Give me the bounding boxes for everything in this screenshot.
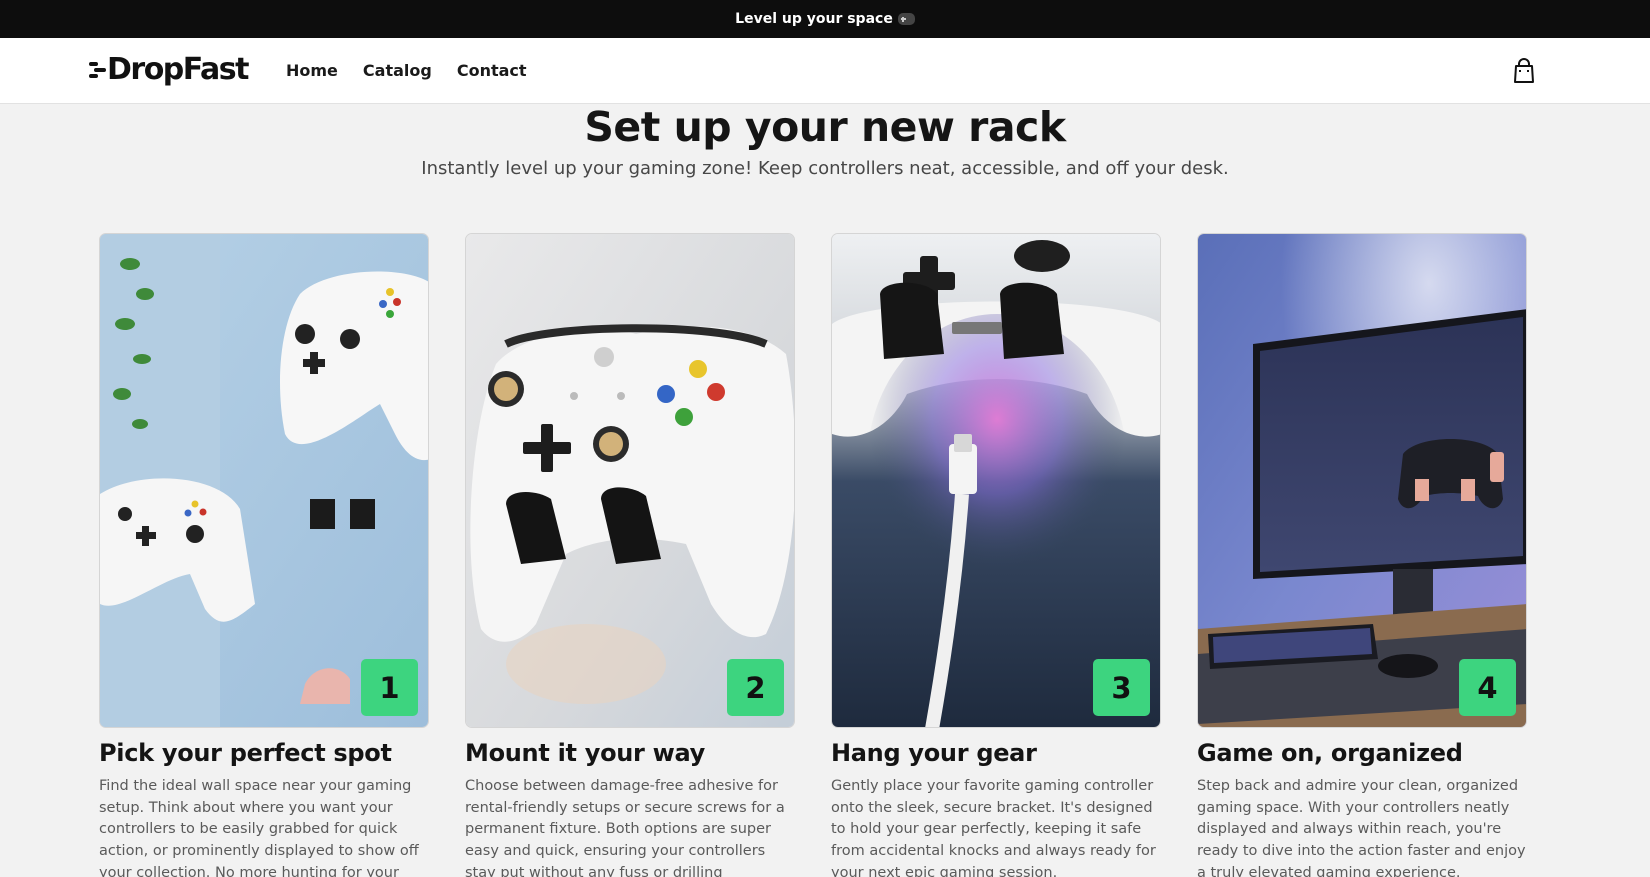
announcement-text: Level up your space [735, 11, 893, 27]
logo-mark-icon [89, 59, 106, 81]
announcement-bar: Level up your space [0, 0, 1650, 38]
step-badge-1: 1 [361, 659, 418, 716]
nav-contact-link[interactable]: Contact [457, 61, 527, 80]
step-text-4: Step back and admire your clean, organiz… [1197, 778, 1526, 877]
cart-button[interactable] [1512, 58, 1536, 84]
logo[interactable]: DropFast [89, 52, 249, 87]
step-text-3: Gently place your favorite gaming contro… [831, 778, 1156, 877]
shopping-bag-icon [1514, 58, 1534, 83]
step-title-3: Hang your gear [831, 739, 1037, 767]
step-text-2: Choose between damage-free adhesive for … [465, 778, 785, 877]
step-card-2: 2 Mount it your way Choose between damag… [465, 233, 795, 877]
nav-home-link[interactable]: Home [286, 61, 338, 80]
nav-catalog-link[interactable]: Catalog [363, 61, 432, 80]
step-badge-2: 2 [727, 659, 784, 716]
site-header: DropFast Home Catalog Contact [0, 38, 1650, 104]
step-card-3: 3 Hang your gear Gently place your favor… [831, 233, 1161, 877]
page-title: Set up your new rack [584, 103, 1066, 151]
gamepad-icon [897, 13, 915, 25]
step-card-4: 4 Game on, organized Step back and admir… [1197, 233, 1527, 877]
step-text-1: Find the ideal wall space near your gami… [99, 778, 419, 877]
main-nav: Home Catalog Contact [286, 61, 527, 80]
step-image-1: 1 [99, 233, 429, 728]
step-image-2: 2 [465, 233, 795, 728]
step-badge-4: 4 [1459, 659, 1516, 716]
brand-name: DropFast [107, 52, 249, 87]
step-card-1: 1 Pick your perfect spot Find the ideal … [99, 233, 429, 877]
step-badge-3: 3 [1093, 659, 1150, 716]
step-title-4: Game on, organized [1197, 739, 1463, 767]
step-image-3: 3 [831, 233, 1161, 728]
step-title-2: Mount it your way [465, 739, 706, 767]
page-subtitle: Instantly level up your gaming zone! Kee… [421, 158, 1229, 179]
step-image-4: 4 [1197, 233, 1527, 728]
step-title-1: Pick your perfect spot [99, 739, 392, 767]
